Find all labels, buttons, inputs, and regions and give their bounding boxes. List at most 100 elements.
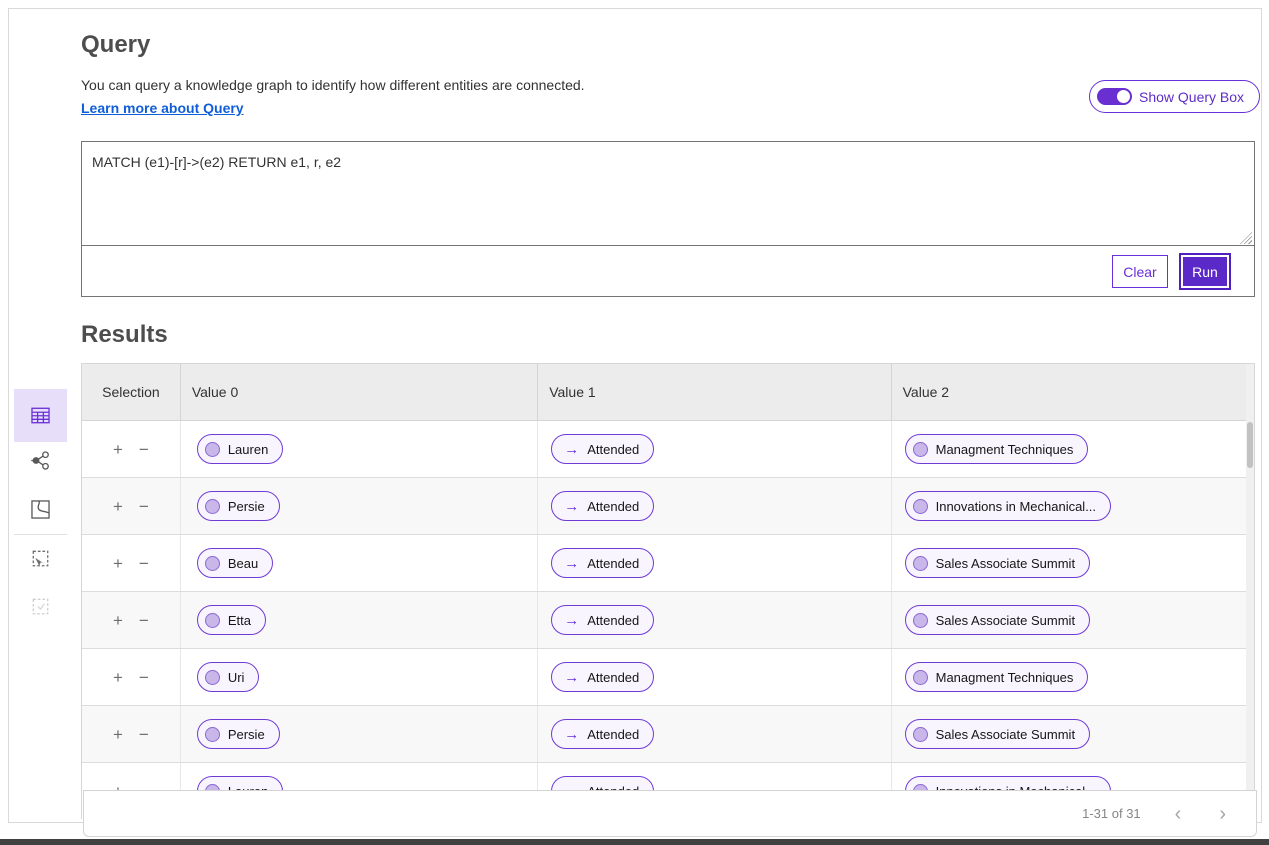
entity-node-icon [205,442,220,457]
value0-cell: Etta [181,592,538,648]
remove-from-selection-button[interactable]: − [139,612,149,629]
toggle-switch-icon[interactable] [1097,88,1132,105]
entity-label: Beau [228,556,258,571]
relationship-label: Attended [587,556,639,571]
vertical-scrollbar[interactable] [1246,364,1254,819]
add-to-selection-button[interactable]: + [113,612,123,629]
link-chart-icon [30,450,51,471]
sidebar-item-table-view[interactable] [14,389,67,442]
query-input[interactable]: MATCH (e1)-[r]->(e2) RETURN e1, r, e2 [82,142,1254,246]
entity-label: Uri [228,670,245,685]
entity-pill[interactable]: Sales Associate Summit [905,605,1090,635]
toggle-knob [1117,90,1130,103]
remove-from-selection-button[interactable]: − [139,498,149,515]
value2-cell: Innovations in Mechanical... [892,478,1254,534]
arrow-right-icon: → [564,499,579,514]
page-title: Query [81,32,150,58]
entity-pill[interactable]: Persie [197,491,280,521]
results-table: Selection Value 0 Value 1 Value 2 + − La… [81,363,1255,819]
entity-label: Managment Techniques [936,670,1074,685]
entity-node-icon [205,556,220,571]
entity-pill[interactable]: Persie [197,719,280,749]
value1-cell: → Attended [538,535,891,591]
sidebar-item-add-to-link-chart[interactable] [14,536,67,580]
value2-cell: Sales Associate Summit [892,592,1254,648]
entity-pill[interactable]: Innovations in Mechanical... [905,491,1111,521]
entity-node-icon [913,613,928,628]
entity-label: Etta [228,613,251,628]
entity-pill[interactable]: Sales Associate Summit [905,719,1090,749]
entity-label: Managment Techniques [936,442,1074,457]
relationship-pill[interactable]: → Attended [551,605,654,635]
entity-label: Sales Associate Summit [936,613,1075,628]
remove-from-selection-button[interactable]: − [139,555,149,572]
sidebar-item-link-chart[interactable] [14,438,67,482]
entity-node-icon [913,442,928,457]
relationship-pill[interactable]: → Attended [551,548,654,578]
column-header-value1: Value 1 [538,364,891,420]
query-footer: Clear Run [82,246,1254,297]
relationship-label: Attended [587,442,639,457]
entity-label: Sales Associate Summit [936,727,1075,742]
entity-label: Lauren [228,442,268,457]
relationship-label: Attended [587,613,639,628]
add-to-selection-button[interactable]: + [113,726,123,743]
value1-cell: → Attended [538,478,891,534]
add-to-link-chart-icon [30,548,51,569]
table-header-row: Selection Value 0 Value 1 Value 2 [82,364,1254,421]
entity-pill[interactable]: Etta [197,605,266,635]
selection-cell: + − [82,421,181,477]
scrollbar-thumb[interactable] [1247,422,1253,468]
entity-node-icon [913,727,928,742]
selection-cell: + − [82,706,181,762]
entity-pill[interactable]: Lauren [197,434,283,464]
column-header-value0: Value 0 [181,364,538,420]
entity-label: Persie [228,727,265,742]
entity-pill[interactable]: Uri [197,662,260,692]
table-row: + − Etta → Attended Sales Associate Summ… [82,592,1254,649]
add-to-selection-button[interactable]: + [113,669,123,686]
relationship-label: Attended [587,670,639,685]
table-row: + − Beau → Attended Sales Associate Summ… [82,535,1254,592]
add-to-selection-button[interactable]: + [113,498,123,515]
previous-page-button[interactable]: ‹ [1171,804,1186,824]
entity-pill[interactable]: Managment Techniques [905,662,1089,692]
add-to-selection-button[interactable]: + [113,441,123,458]
sidebar-item-map[interactable] [14,487,67,531]
entity-pill[interactable]: Sales Associate Summit [905,548,1090,578]
remove-from-selection-button[interactable]: − [139,726,149,743]
clear-button[interactable]: Clear [1112,255,1168,288]
relationship-pill[interactable]: → Attended [551,662,654,692]
table-row: + − Persie → Attended Innovations in Mec… [82,478,1254,535]
entity-node-icon [205,499,220,514]
resize-handle[interactable] [1240,232,1252,244]
show-query-box-toggle[interactable]: Show Query Box [1089,80,1260,113]
entity-pill[interactable]: Managment Techniques [905,434,1089,464]
run-button[interactable]: Run [1181,255,1229,288]
sidebar-divider [14,534,67,535]
next-page-button[interactable]: › [1215,804,1230,824]
relationship-pill[interactable]: → Attended [551,491,654,521]
relationship-pill[interactable]: → Attended [551,434,654,464]
entity-pill[interactable]: Beau [197,548,273,578]
add-to-selection-button[interactable]: + [113,555,123,572]
query-box: MATCH (e1)-[r]->(e2) RETURN e1, r, e2 Cl… [81,141,1255,297]
sidebar-item-selection [14,584,67,628]
relationship-pill[interactable]: → Attended [551,719,654,749]
query-text[interactable]: MATCH (e1)-[r]->(e2) RETURN e1, r, e2 [92,154,341,170]
value1-cell: → Attended [538,421,891,477]
entity-node-icon [913,670,928,685]
remove-from-selection-button[interactable]: − [139,441,149,458]
value1-cell: → Attended [538,649,891,705]
arrow-right-icon: → [564,442,579,457]
selection-icon [30,596,51,617]
value2-cell: Sales Associate Summit [892,706,1254,762]
value0-cell: Uri [181,649,538,705]
remove-from-selection-button[interactable]: − [139,669,149,686]
selection-cell: + − [82,592,181,648]
learn-more-link[interactable]: Learn more about Query [81,100,244,116]
value2-cell: Managment Techniques [892,649,1254,705]
table-body: + − Lauren → Attended Managment Techniqu… [82,421,1254,819]
value1-cell: → Attended [538,706,891,762]
value0-cell: Beau [181,535,538,591]
